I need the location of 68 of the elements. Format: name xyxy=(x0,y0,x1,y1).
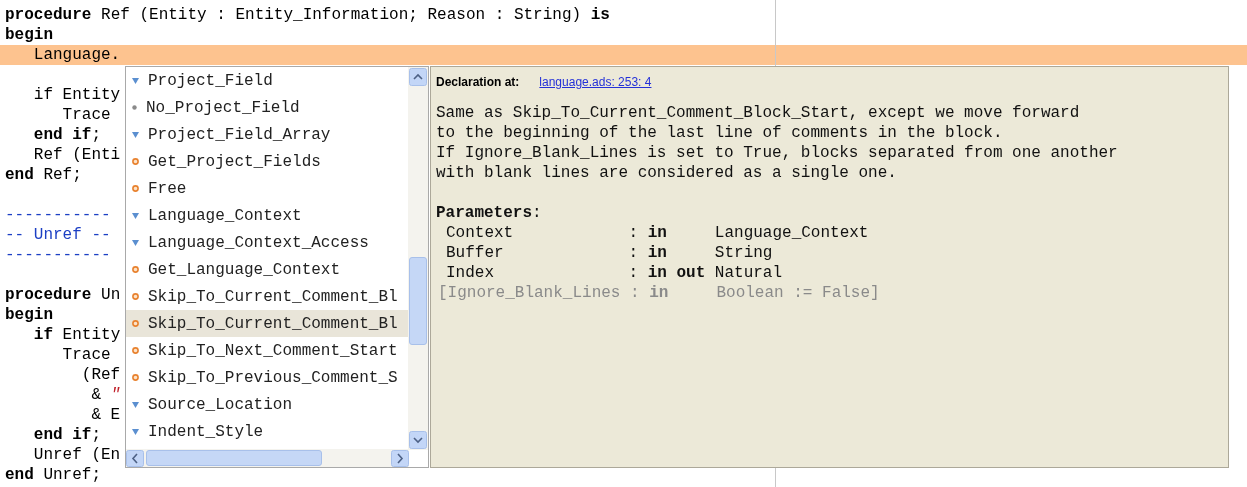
declaration-link[interactable]: language.ads: 253: 4 xyxy=(539,75,652,89)
vertical-scrollbar[interactable] xyxy=(408,67,428,450)
code-line: end if; xyxy=(32,426,102,444)
code-line: & E xyxy=(90,406,121,424)
triangle-icon xyxy=(132,428,139,435)
code-line: procedure Ref (Entity : Entity_Information; Reason : String) is xyxy=(5,6,610,24)
completion-item[interactable]: Skip_To_Previous_Comment_S xyxy=(126,364,409,391)
triangle-icon xyxy=(132,401,139,408)
completion-item[interactable]: Get_Language_Context xyxy=(126,256,409,283)
completion-item[interactable]: Indent_Style xyxy=(126,418,409,445)
code-line: -- Unref -- xyxy=(5,226,111,244)
code-line: Ref (Enti xyxy=(32,146,121,164)
horizontal-scrollbar[interactable] xyxy=(126,449,409,467)
scroll-right-icon[interactable] xyxy=(391,449,409,467)
code-line: ----------- xyxy=(5,246,111,264)
completion-item[interactable]: Source_Location xyxy=(126,391,409,418)
code-line: ----------- xyxy=(5,206,111,224)
completion-item[interactable]: Get_Project_Fields xyxy=(126,148,409,175)
scroll-left-icon[interactable] xyxy=(126,449,144,467)
code-line: end Unref; xyxy=(5,466,102,484)
dot-icon xyxy=(132,105,137,110)
description-line: with blank lines are considered as a single one. xyxy=(436,164,897,182)
completion-item[interactable]: Free xyxy=(126,175,409,202)
code-line: & " xyxy=(90,386,121,404)
completion-item[interactable]: Language_Context_Access xyxy=(126,229,409,256)
code-line: Trace xyxy=(61,106,111,124)
code-line: begin xyxy=(5,306,53,324)
declaration-label: Declaration at: xyxy=(436,75,520,89)
completion-item[interactable]: No_Project_Field xyxy=(126,94,409,121)
scroll-up-icon[interactable] xyxy=(409,68,427,86)
completion-item[interactable]: Skip_To_Current_Comment_Bl xyxy=(126,310,409,337)
ring-icon xyxy=(132,185,139,192)
triangle-icon xyxy=(132,239,139,246)
ring-icon xyxy=(132,347,139,354)
description-line: If Ignore_Blank_Lines is set to True, blocks separated from one another xyxy=(436,144,1118,162)
highlighted-code-line: Language. xyxy=(32,46,121,64)
ring-icon xyxy=(132,374,139,381)
code-line: begin xyxy=(5,26,53,44)
code-line: Trace xyxy=(61,346,111,364)
code-line: procedure Un xyxy=(5,286,121,304)
parameter-line: [Ignore_Blank_Lines : in Boolean := False] xyxy=(438,284,880,302)
scroll-down-icon[interactable] xyxy=(409,431,427,449)
ring-icon xyxy=(132,293,139,300)
parameter-line: Context : in Language_Context xyxy=(446,224,869,242)
triangle-icon xyxy=(132,131,139,138)
code-line: end if; xyxy=(32,126,102,144)
scroll-thumb[interactable] xyxy=(146,450,322,466)
description-line: Same as Skip_To_Current_Comment_Block_Start, except we move forward xyxy=(436,104,1080,122)
completion-item[interactable]: Project_Field_Array xyxy=(126,121,409,148)
code-line: if Entity xyxy=(32,86,121,104)
ring-icon xyxy=(132,158,139,165)
code-line: Unref (En xyxy=(32,446,121,464)
parameter-line: Buffer : in String xyxy=(446,244,773,262)
ring-icon xyxy=(132,320,139,327)
description-line: to the beginning of the last line of comments in the block. xyxy=(436,124,1003,142)
parameters-heading: Parameters: xyxy=(436,204,542,222)
triangle-icon xyxy=(132,212,139,219)
completion-item[interactable]: Skip_To_Current_Comment_Bl xyxy=(126,283,409,310)
code-line: (Ref xyxy=(80,366,121,384)
completion-item[interactable]: Project_Field xyxy=(126,67,409,94)
completion-item[interactable]: Skip_To_Next_Comment_Start xyxy=(126,337,409,364)
triangle-icon xyxy=(132,77,139,84)
code-line: if Entity xyxy=(32,326,121,344)
parameter-line: Index : in out Natural xyxy=(446,264,783,282)
scroll-thumb[interactable] xyxy=(409,257,427,345)
completion-item[interactable]: Language_Context xyxy=(126,202,409,229)
ring-icon xyxy=(132,266,139,273)
code-line: end Ref; xyxy=(5,166,82,184)
